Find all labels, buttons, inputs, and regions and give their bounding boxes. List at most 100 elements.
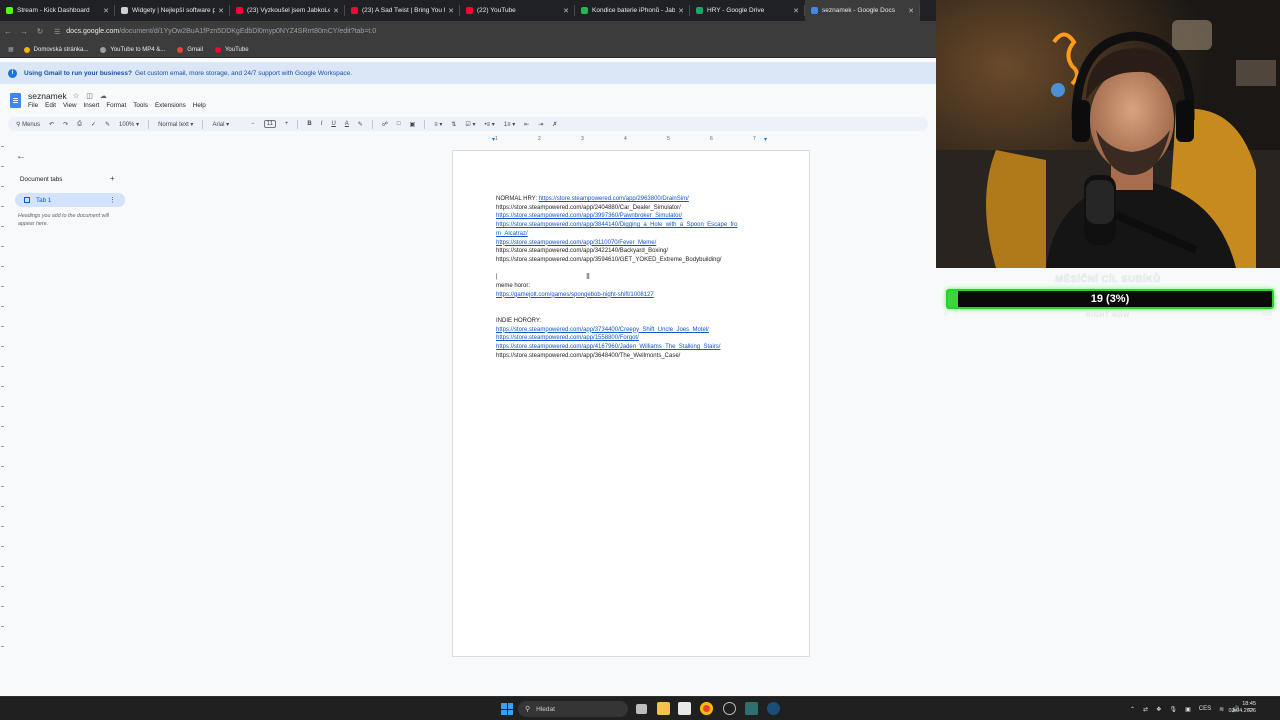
- star-icon[interactable]: ☆: [73, 92, 79, 100]
- left-indent-marker-icon[interactable]: ▾: [492, 136, 495, 143]
- chrome-icon[interactable]: [700, 702, 713, 715]
- add-tab-icon[interactable]: +: [110, 174, 115, 183]
- taskbar-search[interactable]: ⚲ Hledat: [518, 701, 628, 717]
- bluetooth-icon[interactable]: ❖: [1156, 706, 1161, 713]
- wifi-icon[interactable]: ≋: [1219, 706, 1224, 713]
- network-share-icon[interactable]: ⇄: [1143, 706, 1148, 713]
- highlight-icon[interactable]: ✎: [358, 121, 363, 128]
- tab-close-icon[interactable]: ✕: [793, 7, 799, 15]
- browser-tab[interactable]: (22) YouTube ✕: [460, 0, 575, 21]
- line-spacing-icon[interactable]: ⇅: [451, 121, 456, 128]
- tab-close-icon[interactable]: ✕: [563, 7, 569, 15]
- document-page[interactable]: NORMAL HRY: https://store.steampowered.c…: [452, 150, 810, 657]
- redo-icon[interactable]: ↷: [63, 121, 68, 128]
- back-arrow-icon[interactable]: ←: [16, 151, 26, 162]
- browser-tab[interactable]: Widgety | Nejlepší software p ✕: [115, 0, 230, 21]
- decrease-size-icon[interactable]: −: [251, 121, 255, 127]
- vertical-ruler[interactable]: [0, 146, 6, 666]
- menu-item[interactable]: Extensions: [155, 102, 186, 109]
- url-link[interactable]: https://store.steampowered.com/app/38441…: [496, 222, 738, 228]
- font-select[interactable]: Arial ▾: [212, 121, 229, 128]
- url-input[interactable]: ☰ docs.google.com /document/d/1YyOw2BuA1…: [54, 24, 936, 39]
- align-icon[interactable]: ≡ ▾: [434, 121, 442, 128]
- document-body[interactable]: NORMAL HRY: https://store.steampowered.c…: [496, 195, 768, 360]
- browser-tab[interactable]: (23) Vyzkoušel jsem JabkoLe ✕: [230, 0, 345, 21]
- browser-tab[interactable]: (23) A Sad Twist | Bring You H ✕: [345, 0, 460, 21]
- menu-item[interactable]: Edit: [45, 102, 56, 109]
- url-link[interactable]: https://store.steampowered.com/app/15588…: [496, 335, 639, 341]
- document-tab-1[interactable]: Tab 1 ⋮: [15, 193, 125, 207]
- url-link[interactable]: https://store.steampowered.com/app/29638…: [539, 196, 689, 202]
- menu-item[interactable]: File: [28, 102, 38, 109]
- bookmark-item[interactable]: YouTube to MP4 &...: [100, 46, 165, 53]
- tab-close-icon[interactable]: ✕: [908, 7, 914, 15]
- link-icon[interactable]: ☍: [382, 121, 388, 128]
- terminal-icon[interactable]: [745, 702, 758, 715]
- increase-indent-icon[interactable]: ⇥: [538, 121, 543, 128]
- url-link[interactable]: https://store.steampowered.com/app/41679…: [496, 344, 720, 350]
- reload-icon[interactable]: ↻: [32, 27, 48, 36]
- tab-close-icon[interactable]: ✕: [218, 7, 224, 15]
- cloud-status-icon[interactable]: ☁: [100, 92, 107, 100]
- text-color-icon[interactable]: A: [345, 121, 349, 127]
- underline-icon[interactable]: U: [331, 121, 335, 127]
- file-explorer-icon[interactable]: [657, 702, 670, 715]
- url-link[interactable]: https://gamejolt.com/games/spongebob-nig…: [496, 292, 654, 298]
- zoom-select[interactable]: 100% ▾: [119, 121, 139, 128]
- bulleted-list-icon[interactable]: •≡ ▾: [484, 121, 494, 128]
- steam-icon[interactable]: [767, 702, 780, 715]
- more-options-icon[interactable]: ⋮: [109, 196, 116, 204]
- clear-formatting-icon[interactable]: ✗: [552, 121, 557, 128]
- settings-gear-icon[interactable]: [723, 702, 736, 715]
- tab-close-icon[interactable]: ✕: [448, 7, 454, 15]
- print-icon[interactable]: ⎙: [77, 121, 82, 128]
- bookmark-item[interactable]: Domovská stránka...: [23, 46, 88, 53]
- menu-item[interactable]: Insert: [84, 102, 100, 109]
- url-link[interactable]: https://store.steampowered.com/app/39973…: [496, 213, 682, 219]
- docs-logo-icon[interactable]: [10, 93, 21, 108]
- forward-icon[interactable]: →: [16, 27, 32, 36]
- right-indent-marker-icon[interactable]: ▾: [764, 136, 767, 143]
- windows-start-icon[interactable]: [501, 703, 513, 715]
- increase-size-icon[interactable]: +: [285, 121, 289, 127]
- tab-close-icon[interactable]: ✕: [678, 7, 684, 15]
- url-link[interactable]: https://store.steampowered.com/app/31100…: [496, 240, 656, 246]
- comment-icon[interactable]: □: [397, 121, 401, 127]
- tab-close-icon[interactable]: ✕: [333, 7, 339, 15]
- menu-item[interactable]: Tools: [133, 102, 148, 109]
- microphone-icon[interactable]: 🎙: [1169, 706, 1177, 713]
- taskbar-clock[interactable]: 18:45 03.04.2026: [1228, 701, 1256, 715]
- browser-tab[interactable]: Stream - Kick Dashboard ✕: [0, 0, 115, 21]
- browser-tab[interactable]: Kondice baterie iPhonů - Jabl ✕: [575, 0, 690, 21]
- horizontal-ruler[interactable]: 1 2 3 4 5 6 7 ▾ ▾: [452, 136, 810, 144]
- site-info-icon[interactable]: ☰: [54, 28, 60, 36]
- tray-chevron-icon[interactable]: ⌃: [1130, 706, 1135, 713]
- language-indicator[interactable]: CES: [1199, 706, 1211, 712]
- bookmark-item[interactable]: Gmail: [177, 46, 203, 53]
- bookmark-item[interactable]: YouTube: [214, 46, 249, 53]
- search-menus[interactable]: ⚲ Menus: [16, 121, 40, 128]
- browser-tab[interactable]: HRY - Google Drive ✕: [690, 0, 805, 21]
- back-icon[interactable]: ←: [0, 27, 16, 36]
- menu-item[interactable]: Format: [106, 102, 126, 109]
- menu-item[interactable]: View: [63, 102, 77, 109]
- italic-icon[interactable]: I: [321, 121, 323, 127]
- banner-link-text[interactable]: Get custom email, more storage, and 24/7…: [135, 70, 352, 77]
- url-link[interactable]: m_Alcatraz/: [496, 231, 528, 237]
- tab-close-icon[interactable]: ✕: [103, 7, 109, 15]
- checklist-icon[interactable]: ☑ ▾: [465, 121, 475, 128]
- task-view-icon[interactable]: [636, 704, 647, 714]
- document-title[interactable]: seznamek: [28, 91, 67, 101]
- spellcheck-icon[interactable]: ✓: [91, 121, 96, 128]
- numbered-list-icon[interactable]: 1≡ ▾: [504, 121, 516, 128]
- url-link[interactable]: https://store.steampowered.com/app/37344…: [496, 327, 709, 333]
- apps-grid-icon[interactable]: ▦: [8, 46, 14, 53]
- decrease-indent-icon[interactable]: ⇤: [524, 121, 529, 128]
- browser-tab[interactable]: seznamek - Google Docs ✕: [805, 0, 920, 21]
- menu-item[interactable]: Help: [193, 102, 206, 109]
- store-icon[interactable]: [678, 702, 691, 715]
- undo-icon[interactable]: ↶: [49, 121, 54, 128]
- move-folder-icon[interactable]: ◫: [86, 92, 93, 100]
- bold-icon[interactable]: B: [307, 121, 311, 127]
- paint-format-icon[interactable]: ✎: [105, 121, 110, 128]
